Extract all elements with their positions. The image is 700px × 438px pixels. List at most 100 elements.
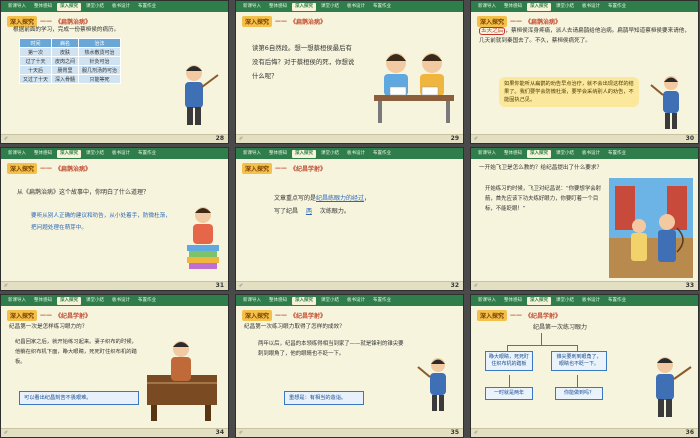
nav-tab[interactable]: 板书设计	[344, 150, 368, 158]
nav-tab-active[interactable]: 深入探究	[527, 149, 551, 158]
nav-tab[interactable]: 新课导入	[475, 297, 499, 305]
nav-tab-active[interactable]: 深入探究	[292, 296, 316, 305]
nav-tab[interactable]: 新课导入	[240, 3, 264, 11]
table-cell: 皮肉之间	[51, 56, 80, 66]
nav-tab[interactable]: 布置作业	[135, 3, 159, 11]
conclusion-box: 重想是：有相当的造诣。	[284, 391, 364, 405]
table-row: 又过了十天 深入骨髓 只能等死	[18, 74, 122, 84]
answer-blank-2: 两	[305, 208, 312, 215]
sentence-part: ，	[364, 195, 371, 202]
nav-bar: 新课导入 整体感知 深入探究 课堂小结 板书设计 布置作业	[1, 295, 228, 306]
nav-tab[interactable]: 新课导入	[475, 3, 499, 11]
nav-tab-active[interactable]: 深入探究	[292, 149, 316, 158]
nav-tab[interactable]: 布置作业	[605, 297, 629, 305]
nav-tab[interactable]: 整体感知	[501, 297, 525, 305]
nav-tab[interactable]: 课堂小结	[553, 297, 577, 305]
page-number: 31	[215, 282, 224, 289]
table-cell: 只能等死	[78, 74, 122, 84]
nav-tab[interactable]: 课堂小结	[83, 297, 107, 305]
lesson-callout: 如果你能听从扁鹊的劝告早点治疗，就不会出现这样的结果了。我们要学会防微杜渐，要学…	[499, 77, 639, 107]
slide-29-thumbnail[interactable]: 新课导入 整体感知 深入探究 课堂小结 板书设计 布置作业 深入探究 —— 《扁…	[235, 0, 464, 144]
nav-tab[interactable]: 新课导入	[475, 150, 499, 158]
nav-tab-active[interactable]: 深入探究	[527, 296, 551, 305]
slide-30-thumbnail[interactable]: 新课导入 整体感知 深入探究 课堂小结 板书设计 布置作业 深入探究 —— 《扁…	[470, 0, 699, 144]
slide-35-thumbnail[interactable]: 新课导入 整体感知 深入探究 课堂小结 板书设计 布置作业 深入探究 —— 《纪…	[235, 294, 464, 438]
nav-tab[interactable]: 板书设计	[579, 3, 603, 11]
nav-tab[interactable]: 整体感知	[266, 297, 290, 305]
nav-tab[interactable]: 课堂小结	[318, 297, 342, 305]
page-number: 29	[450, 135, 459, 142]
slide-32-thumbnail[interactable]: 新课导入 整体感知 深入探究 课堂小结 板书设计 布置作业 深入探究 —— 《纪…	[235, 147, 464, 291]
conclusion-box: 可以看出纪昌刻苦不畏艰难。	[19, 391, 139, 405]
section-subtitle: 《纪昌学射》	[525, 313, 562, 320]
slide-corner-mark: ✐	[4, 283, 9, 289]
table-cell: 过了十天	[18, 56, 53, 66]
nav-tab[interactable]: 板书设计	[579, 297, 603, 305]
table-header-row: 时间 病名 治法	[18, 38, 122, 48]
nav-tab[interactable]: 整体感知	[501, 150, 525, 158]
nav-tab[interactable]: 整体感知	[266, 150, 290, 158]
nav-tab[interactable]: 整体感知	[31, 3, 55, 11]
slide-34-thumbnail[interactable]: 新课导入 整体感知 深入探究 课堂小结 板书设计 布置作业 深入探究 —— 《纪…	[0, 294, 229, 438]
nav-tab[interactable]: 板书设计	[109, 3, 133, 11]
student-with-books-illustration	[187, 207, 219, 269]
nav-tab[interactable]: 整体感知	[31, 150, 55, 158]
nav-tab[interactable]: 课堂小结	[83, 150, 107, 158]
table-cell: 治法	[78, 38, 122, 48]
teacher-illustration	[656, 357, 692, 417]
nav-tab[interactable]: 整体感知	[266, 3, 290, 11]
nav-tab[interactable]: 布置作业	[135, 297, 159, 305]
nav-tab-active[interactable]: 深入探究	[527, 2, 551, 11]
slide-33-thumbnail[interactable]: 新课导入 整体感知 深入探究 课堂小结 板书设计 布置作业 一开始飞卫是怎么教的…	[470, 147, 699, 291]
nav-tab[interactable]: 课堂小结	[83, 3, 107, 11]
section-dash: ——	[40, 165, 53, 172]
nav-tab[interactable]: 板书设计	[579, 150, 603, 158]
section-dash: ——	[275, 312, 288, 319]
nav-tab[interactable]: 新课导入	[240, 150, 264, 158]
section-subtitle: 《扁鹊治病》	[55, 166, 92, 173]
nav-tab-active[interactable]: 深入探究	[57, 296, 81, 305]
nav-tab[interactable]: 课堂小结	[553, 3, 577, 11]
nav-tab[interactable]: 整体感知	[501, 3, 525, 11]
page-number: 34	[215, 429, 224, 436]
slide-28-thumbnail[interactable]: 新课导入 整体感知 深入探究 课堂小结 板书设计 布置作业 深入探究 —— 《扁…	[0, 0, 229, 144]
page-number: 30	[685, 135, 694, 142]
section-badge: 深入探究	[242, 16, 273, 27]
section-badge: 深入探究	[477, 16, 508, 27]
bottom-bar	[471, 281, 698, 290]
sentence-part: 文章重点写的是	[274, 195, 317, 202]
nav-tab[interactable]: 课堂小结	[318, 150, 342, 158]
nav-tab[interactable]: 布置作业	[135, 150, 159, 158]
section-badge: 深入探究	[242, 163, 273, 174]
nav-tab-active[interactable]: 深入探究	[57, 2, 81, 11]
nav-tab[interactable]: 板书设计	[344, 297, 368, 305]
nav-tab-active[interactable]: 深入探究	[57, 149, 81, 158]
nav-tab[interactable]: 布置作业	[605, 150, 629, 158]
nav-tab[interactable]: 新课导入	[5, 297, 29, 305]
nav-tab[interactable]: 板书设计	[109, 150, 133, 158]
nav-tab[interactable]: 新课导入	[5, 3, 29, 11]
nav-tab[interactable]: 新课导入	[240, 297, 264, 305]
slide-31-thumbnail[interactable]: 新课导入 整体感知 深入探究 课堂小结 板书设计 布置作业 深入探究 —— 《扁…	[0, 147, 229, 291]
nav-tab[interactable]: 板书设计	[344, 3, 368, 11]
nav-tab[interactable]: 板书设计	[109, 297, 133, 305]
nav-tab[interactable]: 课堂小结	[553, 150, 577, 158]
sentence-line-1: 文章重点写的是纪昌练眼力的经过，	[274, 192, 370, 205]
nav-tab-active[interactable]: 深入探究	[292, 2, 316, 11]
teacher-illustration	[650, 76, 679, 129]
slide-36-thumbnail[interactable]: 新课导入 整体感知 深入探究 课堂小结 板书设计 布置作业 深入探究 —— 《纪…	[470, 294, 699, 438]
sentence-part: 次练眼力。	[319, 208, 350, 215]
nav-tab[interactable]: 新课导入	[5, 150, 29, 158]
nav-tab[interactable]: 整体感知	[31, 297, 55, 305]
nav-tab[interactable]: 布置作业	[370, 297, 394, 305]
nav-tab[interactable]: 布置作业	[605, 3, 629, 11]
flow-box-action: 睁大眼睛，死死盯住织布机的踏板	[485, 351, 533, 371]
teacher-illustration	[417, 358, 446, 411]
nav-tab[interactable]: 布置作业	[370, 3, 394, 11]
nav-bar: 新课导入 整体感知 深入探究 课堂小结 板书设计 布置作业	[236, 148, 463, 159]
nav-tab[interactable]: 课堂小结	[318, 3, 342, 11]
table-cell: 皮肤	[51, 47, 80, 57]
nav-tab[interactable]: 布置作业	[370, 150, 394, 158]
section-title: 深入探究 —— 《扁鹊治病》	[242, 16, 326, 27]
slide-corner-mark: ✐	[474, 136, 479, 142]
